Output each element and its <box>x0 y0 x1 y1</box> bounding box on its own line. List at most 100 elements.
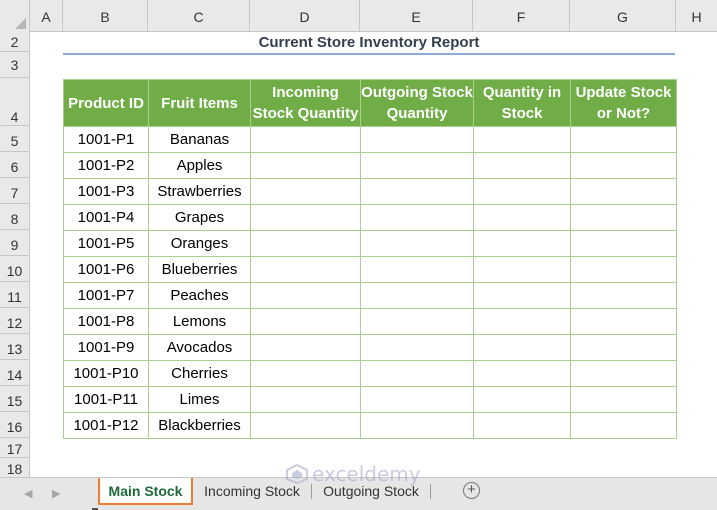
fruit-item-cell[interactable]: Bananas <box>148 126 251 153</box>
column-header-g[interactable]: G <box>570 0 676 32</box>
quantity-cell[interactable] <box>473 412 571 439</box>
product-id-cell[interactable]: 1001-P10 <box>63 360 149 387</box>
product-id-cell[interactable]: 1001-P12 <box>63 412 149 439</box>
column-header-b[interactable]: B <box>63 0 148 32</box>
incoming-cell[interactable] <box>250 386 361 413</box>
incoming-cell[interactable] <box>250 334 361 361</box>
product-id-cell[interactable]: 1001-P8 <box>63 308 149 335</box>
quantity-cell[interactable] <box>473 152 571 179</box>
product-id-cell[interactable]: 1001-P1 <box>63 126 149 153</box>
product-id-cell[interactable]: 1001-P6 <box>63 256 149 283</box>
new-sheet-plus-icon[interactable]: + <box>463 482 480 499</box>
row-header[interactable]: 9 <box>0 230 29 256</box>
incoming-cell[interactable] <box>250 126 361 153</box>
outgoing-cell[interactable] <box>360 230 474 257</box>
column-header-a[interactable]: A <box>30 0 63 32</box>
column-header-h[interactable]: H <box>676 0 717 32</box>
incoming-cell[interactable] <box>250 256 361 283</box>
outgoing-cell[interactable] <box>360 386 474 413</box>
row-header[interactable]: 11 <box>0 282 29 308</box>
quantity-cell[interactable] <box>473 178 571 205</box>
row-header[interactable]: 10 <box>0 256 29 282</box>
update-cell[interactable] <box>570 230 677 257</box>
product-id-cell[interactable]: 1001-P9 <box>63 334 149 361</box>
incoming-cell[interactable] <box>250 178 361 205</box>
row-header[interactable]: 4 <box>0 78 29 126</box>
fruit-item-cell[interactable]: Cherries <box>148 360 251 387</box>
quantity-cell[interactable] <box>473 230 571 257</box>
incoming-cell[interactable] <box>250 230 361 257</box>
fruit-item-cell[interactable]: Lemons <box>148 308 251 335</box>
product-id-cell[interactable]: 1001-P3 <box>63 178 149 205</box>
update-cell[interactable] <box>570 178 677 205</box>
fruit-item-cell[interactable]: Blackberries <box>148 412 251 439</box>
fruit-item-cell[interactable]: Oranges <box>148 230 251 257</box>
header-update-stock[interactable]: Update Stock or Not? <box>570 79 677 127</box>
row-header[interactable]: 15 <box>0 386 29 412</box>
update-cell[interactable] <box>570 334 677 361</box>
product-id-cell[interactable]: 1001-P5 <box>63 230 149 257</box>
update-cell[interactable] <box>570 256 677 283</box>
incoming-cell[interactable] <box>250 204 361 231</box>
row-header[interactable]: 3 <box>0 52 29 78</box>
update-cell[interactable] <box>570 126 677 153</box>
quantity-cell[interactable] <box>473 386 571 413</box>
incoming-cell[interactable] <box>250 412 361 439</box>
quantity-cell[interactable] <box>473 126 571 153</box>
row-header[interactable]: 5 <box>0 126 29 152</box>
scroll-tabs-left-icon[interactable]: ◀ <box>24 487 32 500</box>
row-header[interactable]: 14 <box>0 360 29 386</box>
outgoing-cell[interactable] <box>360 282 474 309</box>
incoming-cell[interactable] <box>250 360 361 387</box>
outgoing-cell[interactable] <box>360 152 474 179</box>
column-header-c[interactable]: C <box>148 0 250 32</box>
header-product-id[interactable]: Product ID <box>63 79 149 127</box>
fruit-item-cell[interactable]: Apples <box>148 152 251 179</box>
row-header[interactable]: 7 <box>0 178 29 204</box>
row-header[interactable]: 16 <box>0 412 29 438</box>
fruit-item-cell[interactable]: Peaches <box>148 282 251 309</box>
incoming-cell[interactable] <box>250 152 361 179</box>
header-fruit-items[interactable]: Fruit Items <box>148 79 251 127</box>
fruit-item-cell[interactable]: Limes <box>148 386 251 413</box>
outgoing-cell[interactable] <box>360 308 474 335</box>
row-header[interactable]: 12 <box>0 308 29 334</box>
outgoing-cell[interactable] <box>360 178 474 205</box>
outgoing-cell[interactable] <box>360 256 474 283</box>
quantity-cell[interactable] <box>473 360 571 387</box>
outgoing-cell[interactable] <box>360 126 474 153</box>
quantity-cell[interactable] <box>473 282 571 309</box>
product-id-cell[interactable]: 1001-P11 <box>63 386 149 413</box>
incoming-cell[interactable] <box>250 308 361 335</box>
update-cell[interactable] <box>570 152 677 179</box>
scroll-tabs-right-icon[interactable]: ▶ <box>52 487 60 500</box>
update-cell[interactable] <box>570 360 677 387</box>
worksheet-grid[interactable]: Current Store Inventory Report Product I… <box>31 33 717 477</box>
fruit-item-cell[interactable]: Avocados <box>148 334 251 361</box>
report-title[interactable]: Current Store Inventory Report <box>63 33 675 53</box>
update-cell[interactable] <box>570 282 677 309</box>
update-cell[interactable] <box>570 308 677 335</box>
select-all-corner[interactable] <box>0 0 30 32</box>
incoming-cell[interactable] <box>250 282 361 309</box>
sheet-tab-main-stock[interactable]: Main Stock <box>98 478 193 505</box>
row-header[interactable]: 2 <box>0 32 29 52</box>
update-cell[interactable] <box>570 204 677 231</box>
update-cell[interactable] <box>570 412 677 439</box>
header-outgoing-stock[interactable]: Outgoing Stock Quantity <box>360 79 474 127</box>
row-header[interactable]: 6 <box>0 152 29 178</box>
row-header[interactable]: 18 <box>0 458 29 477</box>
fruit-item-cell[interactable]: Strawberries <box>148 178 251 205</box>
product-id-cell[interactable]: 1001-P7 <box>63 282 149 309</box>
column-header-e[interactable]: E <box>360 0 473 32</box>
column-header-f[interactable]: F <box>473 0 570 32</box>
quantity-cell[interactable] <box>473 204 571 231</box>
quantity-cell[interactable] <box>473 308 571 335</box>
fruit-item-cell[interactable]: Grapes <box>148 204 251 231</box>
outgoing-cell[interactable] <box>360 412 474 439</box>
product-id-cell[interactable]: 1001-P4 <box>63 204 149 231</box>
header-incoming-stock[interactable]: Incoming Stock Quantity <box>250 79 361 127</box>
outgoing-cell[interactable] <box>360 334 474 361</box>
product-id-cell[interactable]: 1001-P2 <box>63 152 149 179</box>
outgoing-cell[interactable] <box>360 204 474 231</box>
